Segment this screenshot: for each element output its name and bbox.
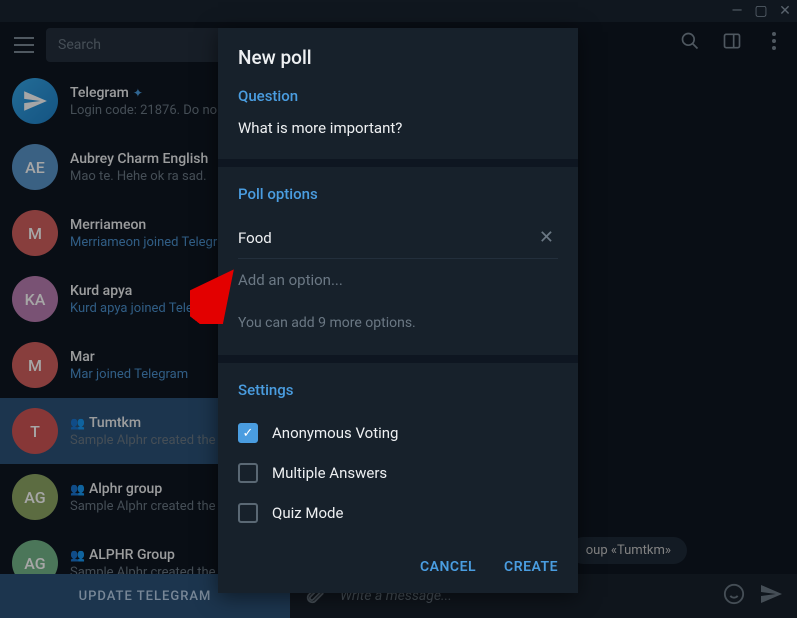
question-section-label: Question xyxy=(238,87,558,105)
checkbox-icon[interactable] xyxy=(238,463,258,483)
multiple-answers-row[interactable]: Multiple Answers xyxy=(238,453,558,493)
setting-label: Multiple Answers xyxy=(272,464,387,482)
setting-label: Anonymous Voting xyxy=(272,424,398,442)
setting-label: Quiz Mode xyxy=(272,504,343,522)
poll-option-row: ✕ xyxy=(238,217,558,259)
create-button[interactable]: CREATE xyxy=(504,559,558,575)
dialog-separator xyxy=(218,355,578,363)
quiz-mode-row[interactable]: Quiz Mode xyxy=(238,493,558,533)
add-option-input[interactable]: Add an option... xyxy=(238,259,558,301)
cancel-button[interactable]: CANCEL xyxy=(420,559,476,575)
options-hint: You can add 9 more options. xyxy=(238,301,558,347)
checkbox-checked-icon[interactable]: ✓ xyxy=(238,423,258,443)
dialog-actions: CANCEL CREATE xyxy=(218,541,578,593)
checkbox-icon[interactable] xyxy=(238,503,258,523)
dialog-separator xyxy=(218,159,578,167)
poll-option-input[interactable] xyxy=(238,229,535,247)
poll-question-input[interactable]: What is more important? xyxy=(238,119,558,151)
remove-option-icon[interactable]: ✕ xyxy=(535,227,558,248)
dialog-title: New poll xyxy=(238,46,558,69)
new-poll-dialog: New poll Question What is more important… xyxy=(218,28,578,593)
options-section-label: Poll options xyxy=(238,185,558,203)
settings-section-label: Settings xyxy=(238,381,558,399)
anonymous-voting-row[interactable]: ✓ Anonymous Voting xyxy=(238,413,558,453)
